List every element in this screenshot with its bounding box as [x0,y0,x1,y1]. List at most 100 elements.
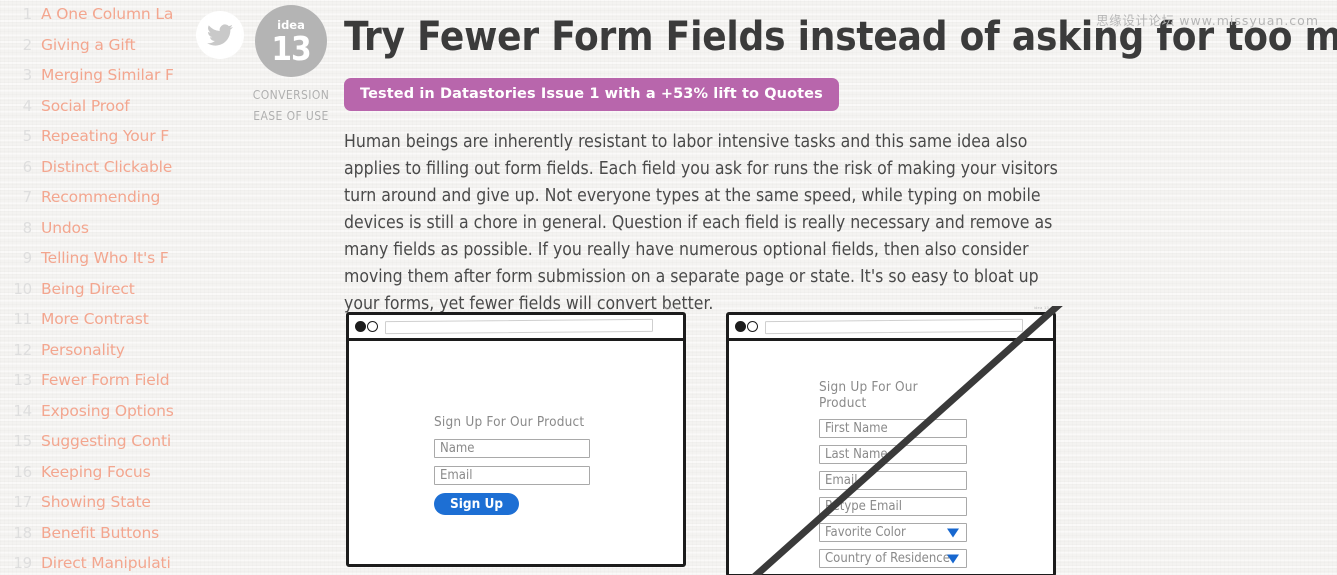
browser-nav-dots [735,321,758,332]
browser-chrome-bar [729,315,1053,341]
twitter-bird-icon [207,24,233,46]
sidebar-item-number: 6 [22,157,33,176]
sidebar-item-0[interactable]: 1 A One Column La [0,5,185,36]
field-email-label: Email [440,468,473,483]
sidebar-item-number: 10 [13,279,32,298]
sidebar-item-11[interactable]: 12 Personality [0,341,185,372]
chevron-down-icon [947,554,959,563]
sidebar-item-label: Suggesting Conti [41,432,172,450]
sidebar-item-number: 13 [13,371,32,389]
field-country-of-residence-label: Country of Residence [825,551,950,566]
field-name[interactable]: Name [434,439,590,458]
idea-number-badge: idea 13 [255,5,327,77]
watermark-url-text: www.missyuan.com [1179,13,1319,28]
sidebar-item-label: Social Proof [41,96,130,115]
twitter-share-button[interactable] [196,11,244,59]
sidebar-item-label: Personality [41,340,125,359]
sidebar-item-9[interactable]: 10 Being Direct [0,280,185,311]
sidebar-item-label: A One Column La [41,5,174,23]
sidebar-item-5[interactable]: 6 Distinct Clickable [0,158,185,189]
forward-button-icon[interactable] [367,321,378,332]
sidebar-item-label: More Contrast [41,310,149,328]
watermark-cn-text: 思缘设计论坛 [1096,13,1175,28]
field-name-label: Name [440,441,475,456]
field-favorite-color[interactable]: Favorite Color [819,523,967,542]
sidebar-nav[interactable]: 1 A One Column La 2 Giving a Gift 3 Merging S… [0,0,185,575]
sidebar-item-number: 19 [13,554,32,572]
sidebar-item-8[interactable]: 9 Telling Who It's F [0,249,185,280]
sidebar-item-label: Being Direct [41,279,135,298]
sidebar-item-label: Exposing Options [41,401,174,420]
sidebar-item-number: 12 [13,340,32,359]
sidebar-item-number: 4 [22,96,33,115]
wireframe-good-example: idea 13 Sign Up For Our Product Name Ema… [346,305,686,567]
sidebar-item-7[interactable]: 8 Undos [0,219,185,250]
sidebar-item-number: 15 [13,432,32,450]
form-title: Sign Up For Our Product [434,414,585,430]
sidebar-item-number: 7 [22,188,33,206]
sidebar-item-3[interactable]: 4 Social Proof [0,97,185,128]
field-retype-email[interactable]: Retype Email [819,497,967,516]
sidebar-item-1[interactable]: 2 Giving a Gift [0,36,185,67]
field-email-label: Email [825,473,858,488]
sidebar-item-number: 1 [22,5,33,23]
sidebar-item-label: Direct Manipulati [41,554,171,572]
sidebar-item-label: Benefit Buttons [41,523,160,542]
sidebar-item-14[interactable]: 15 Suggesting Conti [0,432,185,463]
sidebar-item-number: 5 [22,127,33,145]
sidebar-item-4[interactable]: 5 Repeating Your F [0,127,185,158]
sidebar-item-16[interactable]: 17 Showing State [0,493,185,524]
signup-form-bad: Sign Up For Our Product First Name Last … [819,379,967,575]
sidebar-item-label: Keeping Focus [41,462,151,481]
field-last-name[interactable]: Last Name [819,445,967,464]
page-title: Try Fewer Form Fields instead of asking … [344,14,1337,60]
sidebar-item-13[interactable]: 14 Exposing Options [0,402,185,433]
sidebar-item-label: Merging Similar F [41,66,174,84]
field-retype-email-label: Retype Email [825,499,903,514]
sidebar-item-6[interactable]: 7 Recommending [0,188,185,219]
field-first-name-label: First Name [825,421,888,436]
sidebar-item-number: 18 [13,523,32,542]
sidebar-item-10[interactable]: 11 More Contrast [0,310,185,341]
field-email[interactable]: Email [819,471,967,490]
back-button-icon[interactable] [735,321,746,332]
field-first-name[interactable]: First Name [819,419,967,438]
sidebar-item-number: 3 [22,66,33,84]
sidebar-item-2[interactable]: 3 Merging Similar F [0,66,185,97]
sidebar-item-number: 17 [13,493,32,511]
idea-number-value: 13 [271,29,311,69]
headline-emphasis: Fewer Form Fields [417,14,786,60]
sidebar-item-number: 2 [22,35,33,54]
sidebar-item-15[interactable]: 16 Keeping Focus [0,463,185,494]
browser-url-bar[interactable] [765,318,1023,335]
sidebar-item-label: Recommending [41,188,161,206]
form-title: Sign Up For Our Product [819,379,918,411]
back-button-icon[interactable] [355,321,366,332]
sidebar-item-12[interactable]: 13 Fewer Form Field [0,371,185,402]
field-country-of-residence[interactable]: Country of Residence [819,549,967,568]
field-last-name-label: Last Name [825,447,888,462]
sidebar-item-label: Telling Who It's F [41,249,169,267]
field-email[interactable]: Email [434,466,590,485]
sidebar-item-number: 14 [13,401,32,420]
sidebar-item-label: Repeating Your F [41,127,169,145]
wireframe-good-body: Sign Up For Our Product Name Email Sign … [349,341,683,515]
sidebar-item-number: 16 [13,462,32,481]
browser-url-bar[interactable] [385,318,653,335]
signup-submit-button[interactable]: Sign Up [434,493,520,515]
wireframe-corner-mark: idea 13 [1033,305,1049,310]
browser-chrome-bar [349,315,683,341]
sidebar-item-label: Showing State [41,493,151,511]
sidebar-item-18[interactable]: 19 Direct Manipulati [0,554,185,575]
chevron-down-icon [947,528,959,537]
sidebar-item-number: 11 [13,310,32,328]
headline-part-1: Try [344,14,418,60]
browser-nav-dots [355,321,378,332]
sidebar-item-number: 9 [22,249,33,267]
sidebar-item-label: Distinct Clickable [41,157,173,176]
tested-result-badge: Tested in Datastories Issue 1 with a +53… [344,78,839,111]
sidebar-item-number: 8 [22,218,33,237]
sidebar-item-label: Fewer Form Field [41,371,170,389]
forward-button-icon[interactable] [747,321,758,332]
sidebar-item-17[interactable]: 18 Benefit Buttons [0,524,185,555]
